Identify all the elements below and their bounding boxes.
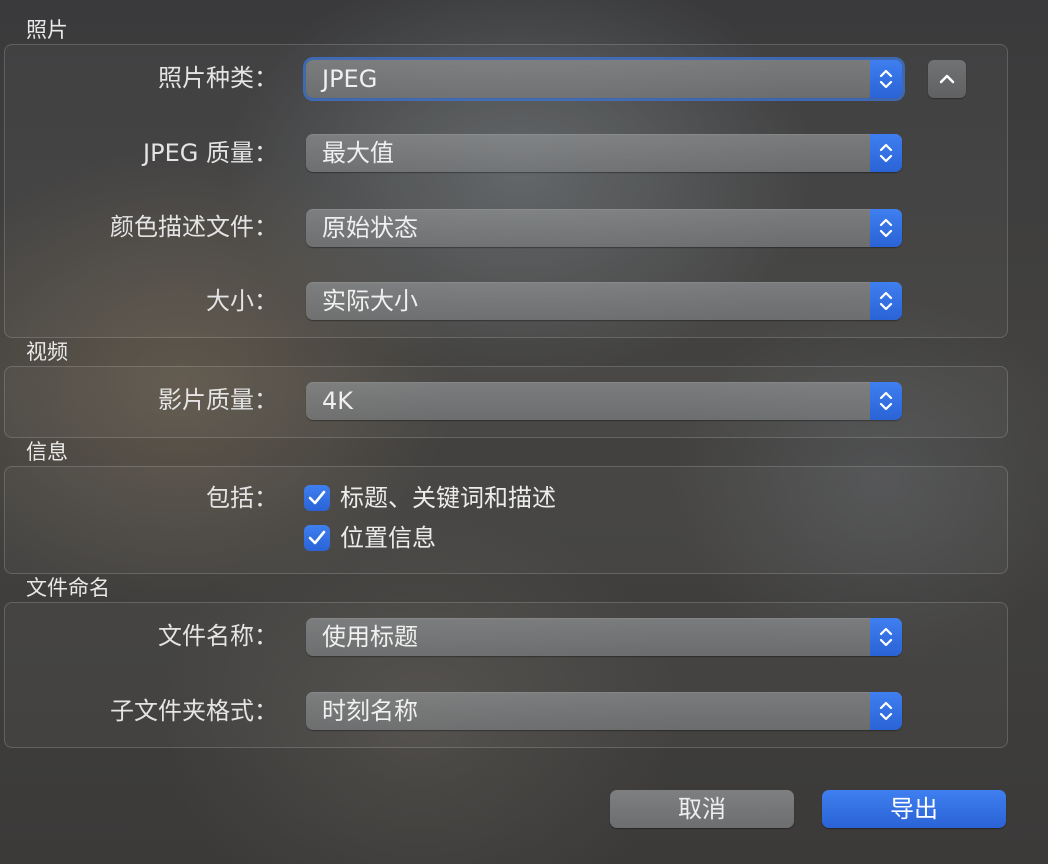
checkbox-box[interactable]: [304, 485, 330, 511]
size-popup[interactable]: 实际大小: [306, 282, 902, 320]
subfolder-format-label: 子文件夹格式：: [110, 697, 278, 725]
checkbox-label: 标题、关键词和描述: [340, 484, 556, 512]
checkbox-label: 位置信息: [340, 524, 436, 552]
section-title-info: 信息: [26, 440, 68, 464]
section-title-file-naming: 文件命名: [26, 576, 110, 600]
movie-quality-label: 影片质量：: [158, 386, 278, 414]
section-title-photos: 照片: [26, 18, 68, 42]
photo-kind-value: JPEG: [322, 65, 378, 93]
up-down-chevron-icon: [870, 134, 902, 172]
photo-kind-popup[interactable]: JPEG: [306, 60, 902, 98]
photo-kind-label: 照片种类：: [158, 64, 278, 92]
color-profile-value: 原始状态: [322, 214, 418, 242]
include-label: 包括：: [206, 484, 278, 512]
size-value: 实际大小: [322, 287, 418, 315]
up-down-chevron-icon: [870, 382, 902, 420]
collapse-button[interactable]: [928, 60, 966, 98]
color-profile-popup[interactable]: 原始状态: [306, 209, 902, 247]
cancel-button[interactable]: 取消: [610, 790, 794, 828]
up-down-chevron-icon: [870, 282, 902, 320]
section-title-video: 视频: [26, 340, 68, 364]
up-down-chevron-icon: [870, 60, 902, 98]
jpeg-quality-value: 最大值: [322, 139, 394, 167]
up-down-chevron-icon: [870, 618, 902, 656]
checkbox-box[interactable]: [304, 525, 330, 551]
subfolder-format-value: 时刻名称: [322, 697, 418, 725]
movie-quality-value: 4K: [322, 387, 354, 415]
movie-quality-popup[interactable]: 4K: [306, 382, 902, 420]
export-button[interactable]: 导出: [822, 790, 1006, 828]
size-label: 大小：: [206, 287, 278, 315]
jpeg-quality-label: JPEG 质量：: [143, 139, 278, 167]
jpeg-quality-popup[interactable]: 最大值: [306, 134, 902, 172]
file-name-label: 文件名称：: [158, 622, 278, 650]
file-name-value: 使用标题: [322, 623, 418, 651]
up-down-chevron-icon: [870, 209, 902, 247]
up-down-chevron-icon: [870, 692, 902, 730]
subfolder-format-popup[interactable]: 时刻名称: [306, 692, 902, 730]
file-name-popup[interactable]: 使用标题: [306, 618, 902, 656]
color-profile-label: 颜色描述文件：: [110, 213, 278, 241]
